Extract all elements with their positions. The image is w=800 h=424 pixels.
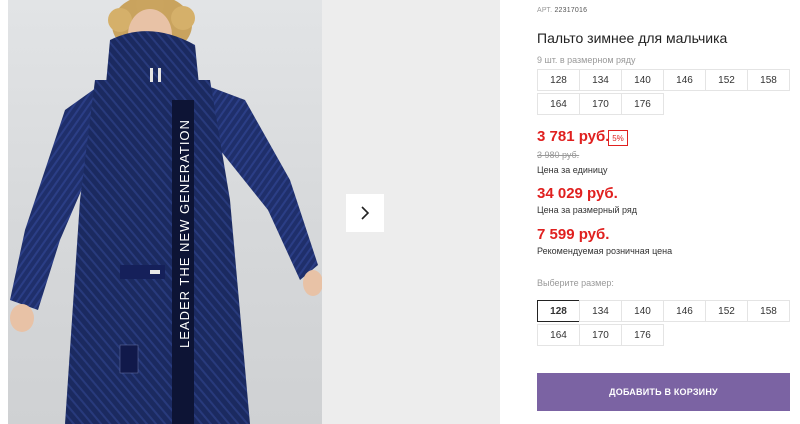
product-gallery: LEADER THE NEW GENERATION: [0, 0, 500, 424]
retail-price-caption: Рекомендуемая розничная цена: [537, 246, 673, 256]
pack-size-cell: 134: [579, 69, 622, 91]
product-info: АРТ. 22317016 Пальто зимнее для мальчика…: [537, 0, 800, 424]
photo-edge: [0, 0, 8, 424]
pack-size-cell: 164: [537, 93, 580, 115]
discount-badge: 5%: [608, 130, 628, 146]
pack-size-cell: 152: [705, 69, 748, 91]
product-title: Пальто зимнее для мальчика: [537, 30, 728, 46]
coat-illustration: LEADER THE NEW GENERATION: [10, 0, 322, 424]
product-photo[interactable]: LEADER THE NEW GENERATION: [0, 0, 322, 424]
pack-size-cell: 158: [747, 69, 790, 91]
unit-price: 3 781 руб.: [537, 128, 610, 145]
article-number: АРТ. 22317016: [537, 7, 588, 14]
coat-print-text: LEADER THE NEW GENERATION: [177, 119, 192, 348]
size-option-140[interactable]: 140: [621, 300, 664, 322]
add-to-cart-button[interactable]: ДОБАВИТЬ В КОРЗИНУ: [537, 373, 790, 411]
pack-size-cell: 170: [579, 93, 622, 115]
old-price: 3 980 руб.: [537, 150, 580, 160]
size-select-label: Выберите размер:: [537, 278, 614, 288]
size-option-146[interactable]: 146: [663, 300, 706, 322]
pack-size-cell: 140: [621, 69, 664, 91]
size-option-176[interactable]: 176: [621, 324, 664, 346]
pack-hint: 9 шт. в размерном ряду: [537, 55, 636, 65]
pack-size-cell: 128: [537, 69, 580, 91]
size-option-158[interactable]: 158: [747, 300, 790, 322]
size-option-164[interactable]: 164: [537, 324, 580, 346]
unit-price-caption: Цена за единицу: [537, 165, 608, 175]
pack-size-cell: 176: [621, 93, 664, 115]
size-option-128[interactable]: 128: [537, 300, 580, 322]
next-photo-button[interactable]: [346, 194, 384, 232]
retail-price: 7 599 руб.: [537, 226, 610, 243]
size-option-134[interactable]: 134: [579, 300, 622, 322]
size-option-170[interactable]: 170: [579, 324, 622, 346]
pack-price-caption: Цена за размерный ряд: [537, 205, 638, 215]
pack-price: 34 029 руб.: [537, 185, 618, 202]
size-option-152[interactable]: 152: [705, 300, 748, 322]
pack-size-cell: 146: [663, 69, 706, 91]
chevron-right-icon: [361, 206, 370, 220]
